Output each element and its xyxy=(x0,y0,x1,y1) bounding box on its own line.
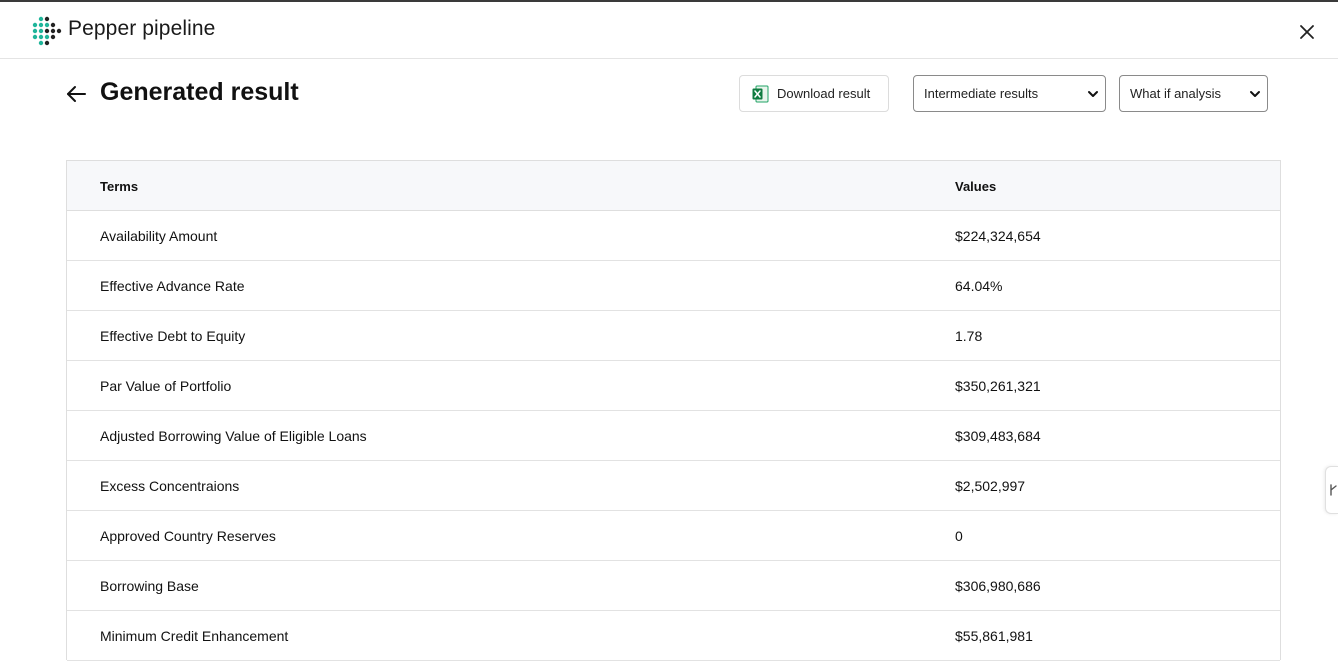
app-title: Pepper pipeline xyxy=(68,17,216,40)
table-row: Adjusted Borrowing Value of Eligible Loa… xyxy=(67,411,1280,461)
row-term: Effective Advance Rate xyxy=(100,278,245,294)
row-value: $2,502,997 xyxy=(955,478,1026,494)
row-term: Availability Amount xyxy=(100,228,218,244)
excel-icon xyxy=(752,85,769,102)
back-arrow-icon[interactable] xyxy=(64,82,88,106)
feedback-icon xyxy=(1330,484,1337,496)
row-value: $55,861,981 xyxy=(955,628,1033,644)
table-row: Availability Amount $224,324,654 xyxy=(67,211,1280,261)
table-row: Par Value of Portfolio $350,261,321 xyxy=(67,361,1280,411)
row-term: Adjusted Borrowing Value of Eligible Loa… xyxy=(100,428,367,444)
row-value: $350,261,321 xyxy=(955,378,1041,394)
table-row: Approved Country Reserves 0 xyxy=(67,511,1280,561)
table-row: Minimum Credit Enhancement $55,861,981 xyxy=(67,611,1280,661)
header-values: Values xyxy=(955,179,997,194)
table-row: Effective Debt to Equity 1.78 xyxy=(67,311,1280,361)
row-value: $309,483,684 xyxy=(955,428,1041,444)
row-term: Borrowing Base xyxy=(100,578,199,594)
row-term: Approved Country Reserves xyxy=(100,528,276,544)
download-result-label: Download result xyxy=(777,86,871,101)
intermediate-results-select[interactable]: Intermediate results xyxy=(913,75,1106,112)
row-value: 0 xyxy=(955,528,963,544)
row-term: Effective Debt to Equity xyxy=(100,328,246,344)
dot-grid-logo-icon xyxy=(32,16,62,46)
header-terms: Terms xyxy=(100,179,139,194)
close-icon[interactable] xyxy=(1296,21,1318,43)
row-term: Minimum Credit Enhancement xyxy=(100,628,289,644)
app-header: Pepper pipeline xyxy=(0,2,1338,59)
row-value: 64.04% xyxy=(955,278,1003,294)
intermediate-results-selected: Intermediate results xyxy=(924,86,1039,101)
row-value: $306,980,686 xyxy=(955,578,1041,594)
side-panel-tab[interactable] xyxy=(1325,466,1338,514)
what-if-analysis-selected: What if analysis xyxy=(1130,86,1222,101)
row-term: Excess Concentraions xyxy=(100,478,240,494)
results-table: Terms Values Availability Amount $224,32… xyxy=(66,160,1281,661)
row-value: $224,324,654 xyxy=(955,228,1041,244)
download-result-button[interactable]: Download result xyxy=(739,75,889,112)
page-title: Generated result xyxy=(100,78,299,106)
table-header-row: Terms Values xyxy=(67,161,1280,211)
table-row: Effective Advance Rate 64.04% xyxy=(67,261,1280,311)
chevron-down-icon xyxy=(1250,91,1260,97)
what-if-analysis-select[interactable]: What if analysis xyxy=(1119,75,1268,112)
table-row: Excess Concentraions $2,502,997 xyxy=(67,461,1280,511)
chevron-down-icon xyxy=(1088,91,1098,97)
row-value: 1.78 xyxy=(955,328,983,344)
row-term: Par Value of Portfolio xyxy=(100,378,232,394)
table-row: Borrowing Base $306,980,686 xyxy=(67,561,1280,611)
